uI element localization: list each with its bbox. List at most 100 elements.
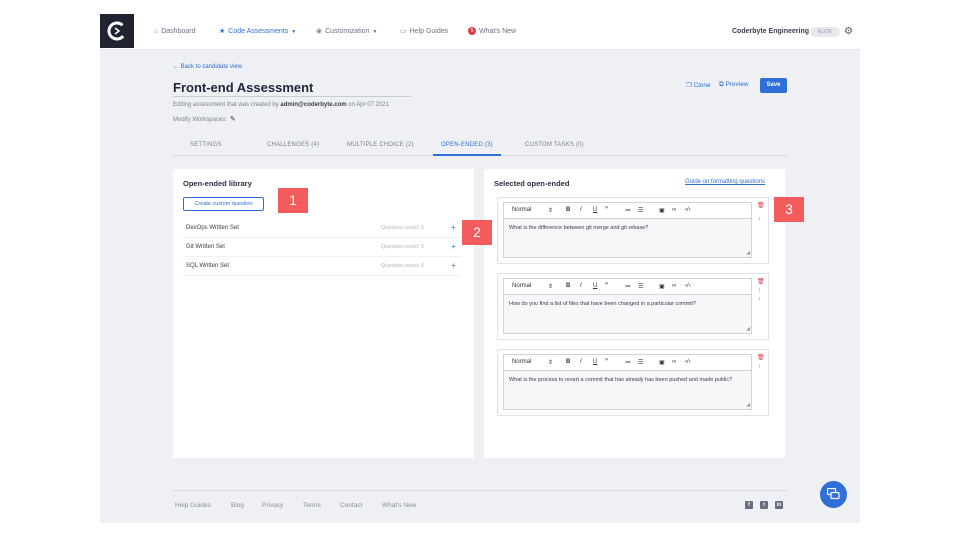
modify-workspaces-label: Modify Workspaces:	[173, 117, 227, 123]
underline-icon[interactable]: U	[593, 283, 597, 289]
question-card: Normal ⇕ B I U ” ≔ ☰ ▣ ∞ ‹/› What is the…	[497, 197, 769, 264]
bold-icon[interactable]: B	[566, 283, 570, 289]
plus-icon[interactable]: +	[451, 223, 456, 232]
format-select-label: Normal	[512, 283, 532, 289]
arrow-down-icon[interactable]: ↓	[758, 216, 761, 222]
formatting-guide-link[interactable]: Guide on formatting questions	[685, 179, 765, 185]
chat-icon	[827, 488, 840, 500]
footer-privacy[interactable]: Privacy	[262, 502, 283, 509]
clone-button[interactable]: ❐ Clone	[686, 81, 711, 89]
top-nav: ⌂ Dashboard ★ Code Assessments ▼ ◉ Customiza…	[100, 14, 860, 50]
nav-dashboard[interactable]: ⌂ Dashboard	[154, 14, 195, 50]
question-text[interactable]: What is the process to revert a commit t…	[509, 377, 746, 385]
save-button[interactable]: Save	[760, 78, 787, 93]
question-editor[interactable]: Normal ⇕ B I U ” ≔ ☰ ▣ ∞ ‹/› What is the…	[503, 202, 752, 258]
trash-icon[interactable]: 🗑	[757, 202, 765, 209]
tab-settings[interactable]: SETTINGS	[190, 136, 222, 156]
org-name[interactable]: Coderbyte Engineering	[732, 14, 809, 50]
select-arrows-icon: ⇕	[548, 208, 554, 214]
format-select[interactable]: Normal	[512, 359, 531, 365]
nav-customization[interactable]: ◉ Customization ▼	[316, 14, 377, 50]
tab-custom-tasks[interactable]: CUSTOM TASKS (0)	[525, 136, 584, 156]
footer-terms[interactable]: Terms	[303, 502, 321, 509]
library-row[interactable]: SQL Written Set Question count: 6 +	[183, 257, 461, 276]
plus-icon[interactable]: +	[451, 242, 456, 251]
bold-icon[interactable]: B	[566, 207, 570, 213]
modify-workspaces: Modify Workspaces: ✎	[173, 115, 236, 123]
home-icon: ⌂	[154, 28, 159, 35]
tab-challenges[interactable]: CHALLENGES (4)	[267, 136, 319, 156]
link-icon[interactable]: ∞	[672, 359, 676, 365]
format-select-label: Normal	[512, 359, 532, 365]
image-icon[interactable]: ▣	[659, 283, 665, 290]
image-icon[interactable]: ▣	[659, 359, 665, 366]
nav-customization-label: Customization	[325, 28, 370, 35]
bullet-list-icon[interactable]: ☰	[638, 283, 643, 290]
trash-icon[interactable]: 🗑	[757, 354, 765, 361]
book-icon: ▭	[400, 28, 407, 35]
underline-icon[interactable]: U	[593, 359, 597, 365]
preview-button[interactable]: ⧉ Preview	[719, 81, 749, 89]
ordered-list-icon[interactable]: ≔	[625, 283, 631, 290]
subtitle-prefix: Editing assessment that was created by	[173, 102, 281, 108]
tab-open-ended[interactable]: OPEN-ENDED (3)	[433, 136, 501, 156]
footer-help-guides[interactable]: Help Guides	[175, 502, 211, 509]
ordered-list-icon[interactable]: ≔	[625, 207, 631, 214]
tab-multiple-choice[interactable]: MULTIPLE CHOICE (2)	[347, 136, 414, 156]
quote-icon[interactable]: ”	[605, 283, 608, 289]
coderbyte-logo[interactable]	[100, 14, 134, 48]
chat-button[interactable]	[820, 481, 847, 508]
footer-divider	[173, 490, 787, 491]
question-text[interactable]: How do you find a list of files that hav…	[509, 301, 746, 309]
question-text[interactable]: What is the difference between git merge…	[509, 225, 746, 233]
link-icon[interactable]: ∞	[672, 283, 676, 289]
format-select[interactable]: Normal	[512, 207, 531, 213]
nav-whats-new[interactable]: 5 What's New	[468, 14, 516, 50]
page-title[interactable]: Front-end Assessment	[173, 80, 313, 95]
trash-icon[interactable]: 🗑	[757, 278, 765, 285]
pencil-icon[interactable]: ✎	[230, 116, 236, 123]
resize-handle-icon[interactable]: ◢	[746, 250, 750, 256]
callout-1: 1	[278, 188, 308, 213]
facebook-icon[interactable]: f	[745, 501, 753, 509]
twitter-icon[interactable]: t	[760, 501, 768, 509]
ordered-list-icon[interactable]: ≔	[625, 359, 631, 366]
resize-handle-icon[interactable]: ◢	[746, 326, 750, 332]
library-row[interactable]: DevOps Written Set Question count: 5 +	[183, 219, 461, 238]
arrow-down-icon[interactable]: ↓	[758, 296, 761, 302]
code-icon[interactable]: ‹/›	[685, 283, 691, 289]
image-icon[interactable]: ▣	[659, 207, 665, 214]
create-custom-question-button[interactable]: Create custom question	[183, 197, 264, 211]
nav-help-guides[interactable]: ▭ Help Guides	[400, 14, 448, 50]
plus-icon[interactable]: +	[451, 261, 456, 270]
arrow-up-icon[interactable]: ↑	[758, 364, 761, 370]
italic-icon[interactable]: I	[580, 283, 582, 289]
gear-icon[interactable]: ⚙	[844, 26, 853, 37]
format-select[interactable]: Normal	[512, 283, 531, 289]
italic-icon[interactable]: I	[580, 359, 582, 365]
library-row[interactable]: Git Written Set Question count: 5 +	[183, 238, 461, 257]
library-row-name: SQL Written Set	[186, 263, 230, 269]
bullet-list-icon[interactable]: ☰	[638, 359, 643, 366]
italic-icon[interactable]: I	[580, 207, 582, 213]
underline-icon[interactable]: U	[593, 207, 597, 213]
linkedin-icon[interactable]: in	[775, 501, 783, 509]
bullet-list-icon[interactable]: ☰	[638, 207, 643, 214]
bold-icon[interactable]: B	[566, 359, 570, 365]
link-icon[interactable]: ∞	[672, 207, 676, 213]
quote-icon[interactable]: ”	[605, 207, 608, 213]
nav-code-assessments[interactable]: ★ Code Assessments ▼	[219, 14, 296, 50]
footer-whats-new[interactable]: What's New	[382, 502, 416, 509]
footer-blog[interactable]: Blog	[231, 502, 244, 509]
quote-icon[interactable]: ”	[605, 359, 608, 365]
question-editor[interactable]: Normal ⇕ B I U ” ≔ ☰ ▣ ∞ ‹/› How do you …	[503, 278, 752, 334]
back-link[interactable]: ← Back to candidate view	[173, 64, 242, 70]
arrow-up-icon[interactable]: ↑	[758, 288, 761, 294]
question-editor[interactable]: Normal ⇕ B I U ” ≔ ☰ ▣ ∞ ‹/› What is the…	[503, 354, 752, 410]
news-badge-icon: 5	[468, 27, 476, 36]
code-icon[interactable]: ‹/›	[685, 207, 691, 213]
code-icon[interactable]: ‹/›	[685, 359, 691, 365]
footer-contact[interactable]: Contact	[340, 502, 362, 509]
resize-handle-icon[interactable]: ◢	[746, 402, 750, 408]
app-frame: ⌂ Dashboard ★ Code Assessments ▼ ◉ Customiza…	[100, 14, 860, 523]
